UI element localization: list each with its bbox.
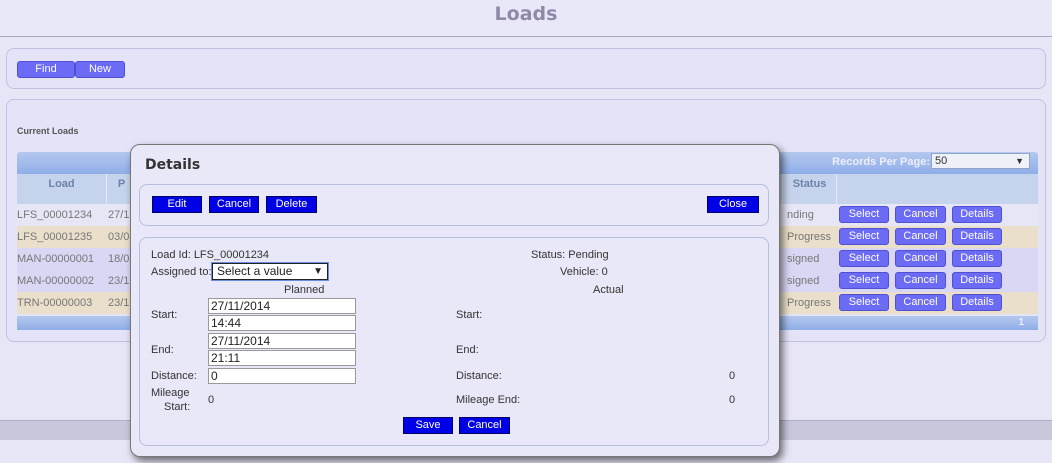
mileage-start-label-line1: Mileage [151, 387, 190, 399]
planned-distance-input[interactable]: 0 [208, 368, 356, 384]
cell-status: Progress [787, 297, 832, 309]
section-label: Current Loads [17, 126, 79, 136]
cancel-button[interactable]: Cancel [895, 272, 946, 289]
planned-heading: Planned [284, 284, 325, 296]
vehicle-text: Vehicle: 0 [560, 266, 608, 278]
select-button[interactable]: Select [839, 250, 889, 267]
start-label: Start: [151, 309, 178, 321]
details-button[interactable]: Details [952, 294, 1002, 311]
mileage-end-value: 0 [729, 394, 736, 406]
edit-button[interactable]: Edit [152, 196, 202, 213]
cancel-button[interactable]: Cancel [459, 417, 510, 434]
details-button[interactable]: Details [952, 206, 1002, 223]
close-button[interactable]: Close [707, 196, 759, 213]
actual-heading: Actual [593, 284, 624, 296]
actual-distance-label: Distance: [456, 370, 502, 382]
cell-load: TRN-00000003 [17, 297, 93, 309]
column-header-load[interactable]: Load [17, 174, 107, 204]
toolbar-panel: Find New [6, 48, 1046, 89]
dialog-title: Details [145, 157, 201, 173]
actual-distance-value: 0 [729, 370, 736, 382]
cell-load: LFS_00001235 [17, 231, 93, 243]
cell-date: 23/1 [108, 297, 130, 309]
chevron-down-icon: ▼ [313, 266, 323, 277]
save-button[interactable]: Save [403, 417, 453, 434]
cell-load: LFS_00001234 [17, 209, 93, 221]
cancel-button[interactable]: Cancel [209, 196, 259, 213]
planned-start-date-input[interactable]: 27/11/2014 [208, 298, 356, 314]
dialog-toolbar: Edit Cancel Delete Close [139, 184, 769, 226]
assigned-to-label: Assigned to: [151, 266, 212, 278]
assigned-to-value: Select a value [217, 264, 293, 278]
planned-end-time-input[interactable]: 21:11 [208, 350, 356, 366]
status-text: Status: Pending [531, 249, 609, 261]
details-dialog: Details Edit Cancel Delete Close Load Id… [130, 144, 780, 457]
cell-status: nding [787, 209, 814, 221]
planned-start-time-input[interactable]: 14:44 [208, 315, 356, 331]
details-button[interactable]: Details [952, 250, 1002, 267]
records-per-page-select[interactable]: 50 ▼ [931, 153, 1030, 169]
column-header-status[interactable]: Status [782, 174, 837, 204]
mileage-start-value: 0 [208, 394, 215, 406]
delete-button[interactable]: Delete [266, 196, 317, 213]
cell-date: 23/1 [108, 275, 130, 287]
find-button[interactable]: Find [17, 61, 75, 78]
cell-status: Progress [787, 231, 832, 243]
chevron-down-icon: ▼ [1015, 156, 1024, 166]
end-label: End: [151, 344, 174, 356]
details-button[interactable]: Details [952, 272, 1002, 289]
cell-date: 27/1 [108, 209, 130, 221]
select-button[interactable]: Select [839, 272, 889, 289]
dialog-body: Load Id: LFS_00001234 Assigned to: Selec… [139, 237, 769, 446]
cell-date: 03/0 [108, 231, 130, 243]
cancel-button[interactable]: Cancel [895, 294, 946, 311]
cell-load: MAN-00000002 [17, 275, 95, 287]
actual-start-label: Start: [456, 309, 483, 321]
page-number[interactable]: 1 [1018, 317, 1024, 328]
page-title: Loads [494, 3, 558, 25]
assigned-to-select[interactable]: Select a value ▼ [212, 263, 328, 280]
cell-load: MAN-00000001 [17, 253, 95, 265]
cell-date: 18/0 [108, 253, 130, 265]
cell-status: signed [787, 275, 820, 287]
cell-status: signed [787, 253, 820, 265]
planned-end-date-input[interactable]: 27/11/2014 [208, 333, 356, 349]
distance-label: Distance: [151, 370, 197, 382]
load-id-text: Load Id: LFS_00001234 [151, 249, 270, 261]
mileage-start-label-line2: Start: [164, 401, 191, 413]
records-per-page-label: Records Per Page: [832, 156, 930, 168]
new-button[interactable]: New [75, 61, 125, 78]
records-per-page-value: 50 [935, 155, 948, 167]
page-header: Loads [0, 0, 1052, 37]
mileage-end-label: Mileage End: [456, 394, 521, 406]
cancel-button[interactable]: Cancel [895, 228, 946, 245]
cancel-button[interactable]: Cancel [895, 250, 946, 267]
cancel-button[interactable]: Cancel [895, 206, 946, 223]
details-button[interactable]: Details [952, 228, 1002, 245]
actual-end-label: End: [456, 344, 479, 356]
select-button[interactable]: Select [839, 228, 889, 245]
select-button[interactable]: Select [839, 294, 889, 311]
select-button[interactable]: Select [839, 206, 889, 223]
